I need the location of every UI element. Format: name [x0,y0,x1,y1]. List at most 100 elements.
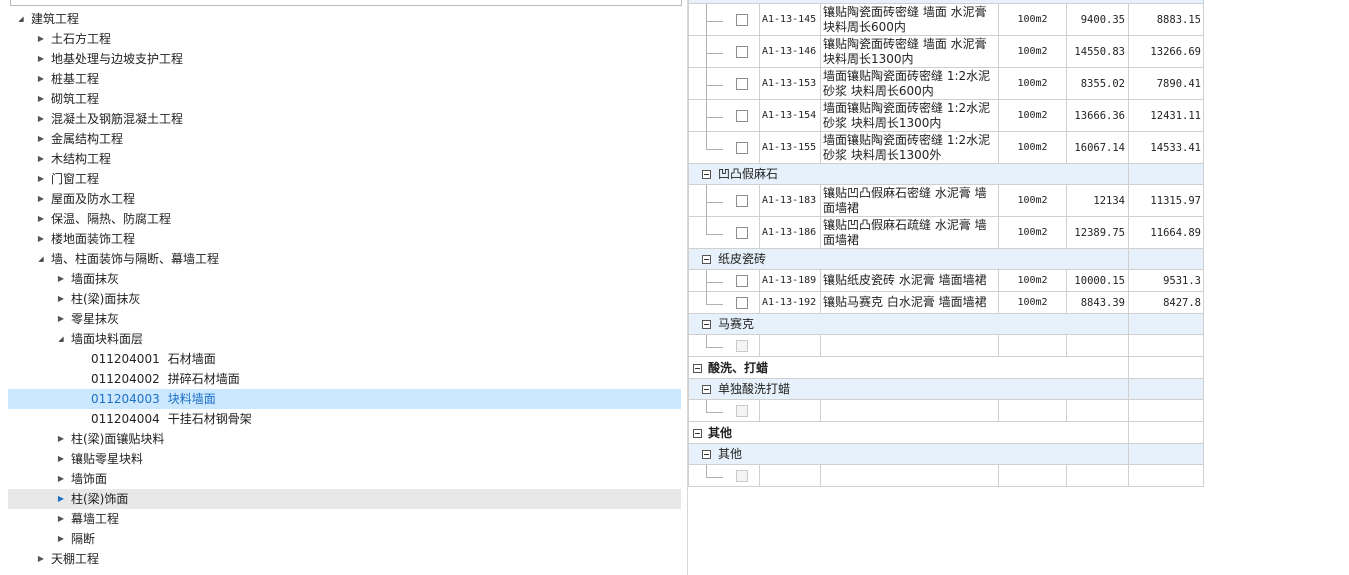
row-checkbox[interactable] [736,195,748,207]
tree-node[interactable]: ▶ 柱(梁)面抹灰 [8,289,681,309]
tree-node[interactable]: ▶ 柱(梁)饰面 [8,489,681,509]
collapse-toggle-icon[interactable] [702,170,711,179]
tree-node-text: 地基处理与边坡支护工程 [51,52,184,66]
collapse-toggle-icon[interactable] [693,364,702,373]
tree-node-label: 楼地面装饰工程 [51,229,135,249]
empty-row[interactable] [688,465,1204,487]
expand-arrow-icon[interactable]: ▶ [36,189,46,209]
expand-arrow-icon[interactable]: ▶ [36,49,46,69]
tree-node[interactable]: ▶ 砌筑工程 [8,89,681,109]
row-checkbox[interactable] [736,46,748,58]
tree-node[interactable]: ◢ 墙、柱面装饰与隔断、幕墙工程 [8,249,681,269]
column-divider [1128,249,1129,269]
tree-node-text: 土石方工程 [51,32,112,46]
tree-node[interactable]: ▶ 镶贴零星块料 [8,449,681,469]
tree-node[interactable]: ◢ 建筑工程 [8,9,681,29]
tree-node-label: 门窗工程 [51,169,99,189]
expand-arrow-icon[interactable]: ▶ [36,29,46,49]
tree-node[interactable]: 011204002 拼碎石材墙面 [8,369,681,389]
tree-node[interactable]: ▶ 金属结构工程 [8,129,681,149]
tree-node[interactable]: ▶ 地基处理与边坡支护工程 [8,49,681,69]
tree-node[interactable]: ▶ 木结构工程 [8,149,681,169]
tree-node[interactable]: ▶ 天棚工程 [8,549,681,569]
expand-arrow-icon[interactable]: ▶ [36,129,46,149]
collapse-arrow-icon[interactable]: ◢ [16,9,26,29]
quota-row[interactable]: A1-13-192 镶贴马赛克 白水泥膏 墙面墙裙 100m2 8843.39 8427… [688,292,1204,314]
quota-row[interactable]: A1-13-146 镶贴陶瓷面砖密缝 墙面 水泥膏 块料周长1300内 100m2 1… [688,36,1204,69]
tree-node-text: 保温、隔热、防腐工程 [51,212,172,226]
tree-node[interactable]: ▶ 幕墙工程 [8,509,681,529]
tree-node[interactable]: ▶ 门窗工程 [8,169,681,189]
row-checkbox[interactable] [736,78,748,90]
tree-node[interactable]: ▶ 混凝土及钢筋混凝土工程 [8,109,681,129]
row-checkbox[interactable] [736,14,748,26]
quota-unit: 100m2 [999,217,1067,248]
tree-node-label: 柱(梁)面抹灰 [71,289,140,309]
row-checkbox[interactable] [736,297,748,309]
row-checkbox[interactable] [736,227,748,239]
tree-node-text: 块料墙面 [167,392,216,406]
quota-row[interactable]: A1-13-153 墙面镶贴陶瓷面砖密缝 1:2水泥砂浆 块料周长600内 100m… [688,68,1204,101]
expand-arrow-icon[interactable]: ▶ [36,549,46,569]
empty-row[interactable] [688,335,1204,357]
expand-arrow-icon[interactable]: ▶ [56,449,66,469]
collapse-toggle-icon[interactable] [702,385,711,394]
quota-name [821,465,999,486]
collapse-arrow-icon[interactable]: ◢ [36,249,46,269]
search-input[interactable] [10,0,682,6]
expand-arrow-icon[interactable]: ▶ [36,209,46,229]
tree-node[interactable]: ▶ 柱(梁)面镶贴块料 [8,429,681,449]
quota-price-1: 13666.36 [1067,100,1129,131]
tree-node[interactable]: ▶ 墙面抹灰 [8,269,681,289]
expand-arrow-icon[interactable]: ▶ [56,509,66,529]
empty-row[interactable] [688,400,1204,422]
expand-arrow-icon[interactable]: ▶ [36,229,46,249]
expand-arrow-icon[interactable]: ▶ [56,429,66,449]
tree-node[interactable]: 011204003 块料墙面 [8,389,681,409]
quota-row[interactable]: A1-13-189 镶贴纸皮瓷砖 水泥膏 墙面墙裙 100m2 10000.15 953… [688,270,1204,293]
collapse-toggle-icon[interactable] [702,320,711,329]
row-checkbox[interactable] [736,275,748,287]
quota-code: A1-13-183 [759,185,821,216]
quota-price-1: 8355.02 [1067,68,1129,99]
quota-row[interactable]: A1-13-155 墙面镶贴陶瓷面砖密缝 1:2水泥砂浆 块料周长1300外 100… [688,132,1204,164]
expand-arrow-icon[interactable]: ▶ [56,489,66,509]
expand-arrow-icon[interactable]: ▶ [56,289,66,309]
quota-row[interactable]: A1-13-186 镶贴凹凸假麻石疏缝 水泥膏 墙面墙裙 100m2 12389.75… [688,217,1204,249]
tree-node[interactable]: ▶ 屋面及防水工程 [8,189,681,209]
tree-connector-horizontal [706,202,723,203]
quota-price-2 [1129,335,1204,356]
expand-arrow-icon[interactable]: ▶ [36,169,46,189]
row-checkbox[interactable] [736,142,748,154]
expand-arrow-icon[interactable]: ▶ [56,529,66,549]
collapse-arrow-icon[interactable]: ◢ [56,329,66,349]
expand-arrow-icon[interactable]: ▶ [36,69,46,89]
tree-node[interactable]: ▶ 零星抹灰 [8,309,681,329]
quota-price-1: 8843.39 [1067,292,1129,313]
tree-node[interactable]: ▶ 桩基工程 [8,69,681,89]
tree-node-text: 楼地面装饰工程 [51,232,136,246]
tree-node[interactable]: ▶ 楼地面装饰工程 [8,229,681,249]
quota-price-1: 10000.15 [1067,270,1129,291]
subgroup-label: 马赛克 [718,317,755,331]
expand-arrow-icon[interactable]: ▶ [36,109,46,129]
expand-arrow-icon[interactable]: ▶ [56,309,66,329]
tree-node[interactable]: ◢ 墙面块料面层 [8,329,681,349]
collapse-toggle-icon[interactable] [702,450,711,459]
tree-node[interactable]: ▶ 土石方工程 [8,29,681,49]
collapse-toggle-icon[interactable] [693,429,702,438]
quota-row[interactable]: A1-13-183 镶贴凹凸假麻石密缝 水泥膏 墙面墙裙 100m2 12134 113… [688,185,1204,218]
row-checkbox[interactable] [736,110,748,122]
tree-node[interactable]: 011204001 石材墙面 [8,349,681,369]
tree-node[interactable]: ▶ 保温、隔热、防腐工程 [8,209,681,229]
tree-node[interactable]: ▶ 墙饰面 [8,469,681,489]
quota-row[interactable]: A1-13-145 镶贴陶瓷面砖密缝 墙面 水泥膏 块料周长600内 100m2 94… [688,4,1204,37]
expand-arrow-icon[interactable]: ▶ [56,469,66,489]
tree-node[interactable]: ▶ 隔断 [8,529,681,549]
expand-arrow-icon[interactable]: ▶ [36,149,46,169]
tree-node[interactable]: 011204004 干挂石材钢骨架 [8,409,681,429]
expand-arrow-icon[interactable]: ▶ [36,89,46,109]
collapse-toggle-icon[interactable] [702,255,711,264]
quota-row[interactable]: A1-13-154 墙面镶贴陶瓷面砖密缝 1:2水泥砂浆 块料周长1300内 100… [688,100,1204,133]
expand-arrow-icon[interactable]: ▶ [56,269,66,289]
